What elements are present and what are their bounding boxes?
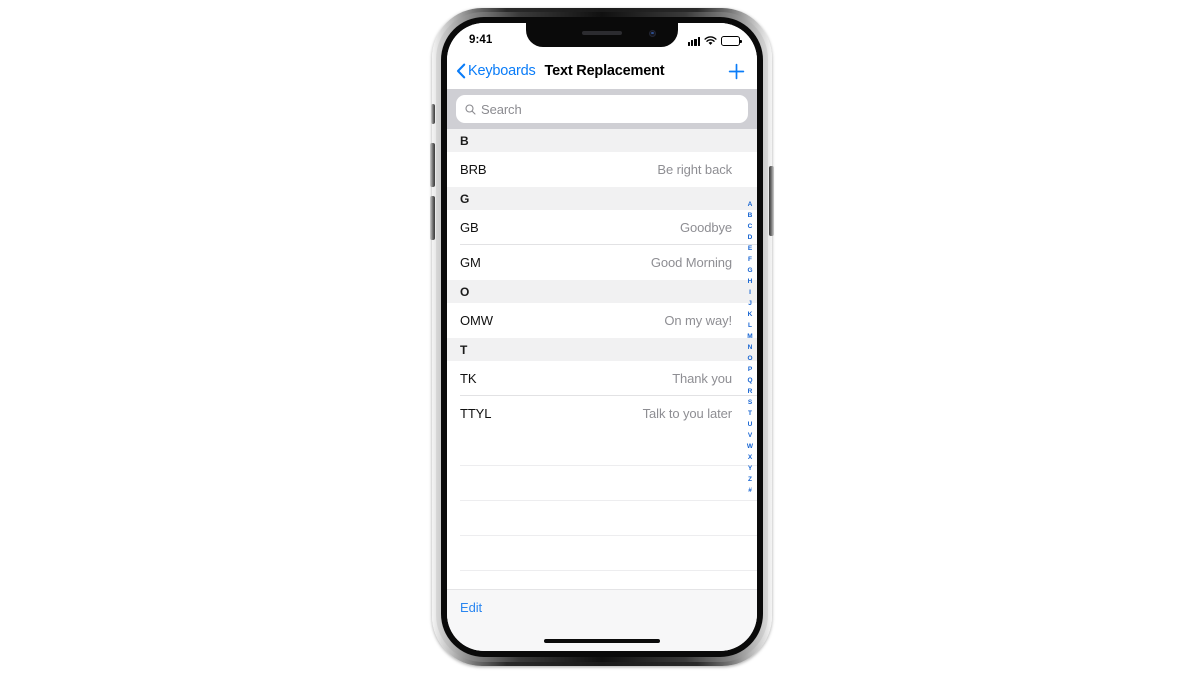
section-index-scrubber[interactable]: A B C D E F G H I J K L M N O P Q R S T U V W X Y Z # — [744, 199, 756, 496]
empty-row — [447, 536, 757, 571]
section-index-letter[interactable]: Y — [748, 463, 752, 474]
silent-switch[interactable] — [431, 104, 435, 124]
page-title: Text Replacement — [544, 63, 665, 79]
earpiece-speaker-icon — [582, 31, 622, 35]
section-index-letter[interactable]: K — [748, 309, 753, 320]
table-row[interactable]: TTYL Talk to you later — [447, 396, 757, 431]
navigation-bar: Keyboards Text Replacement — [447, 53, 757, 89]
section-index-letter[interactable]: E — [748, 243, 752, 254]
power-button[interactable] — [769, 166, 774, 236]
row-phrase: Talk to you later — [642, 406, 732, 421]
row-phrase: Good Morning — [650, 255, 732, 270]
row-phrase: On my way! — [664, 313, 732, 328]
row-shortcut: OMW — [460, 313, 493, 328]
section-index-letter[interactable]: F — [748, 254, 752, 265]
section-index-letter[interactable]: A — [748, 199, 753, 210]
section-index-letter[interactable]: Q — [747, 375, 752, 386]
search-input[interactable]: Search — [456, 95, 748, 123]
section-index-letter[interactable]: I — [749, 287, 751, 298]
volume-down-button[interactable] — [430, 196, 435, 240]
row-phrase: Be right back — [657, 162, 732, 177]
wifi-icon — [704, 36, 717, 46]
section-index-letter[interactable]: M — [747, 331, 752, 342]
table-row[interactable]: GB Goodbye — [447, 210, 757, 245]
row-shortcut: GM — [460, 255, 481, 270]
plus-icon — [728, 63, 745, 84]
section-index-letter[interactable]: P — [748, 364, 752, 375]
volume-up-button[interactable] — [430, 143, 435, 187]
table-row[interactable]: OMW On my way! — [447, 303, 757, 338]
row-shortcut: TK — [460, 371, 477, 386]
add-button[interactable] — [728, 63, 745, 80]
cellular-signal-icon — [687, 36, 700, 46]
home-indicator[interactable] — [544, 638, 660, 643]
section-index-letter[interactable]: W — [747, 441, 753, 452]
section-header: O — [447, 280, 757, 303]
front-camera-icon — [649, 30, 656, 37]
empty-row — [447, 431, 757, 466]
phone-screen: 9:41 Keyboards Text Replacement Search B… — [447, 23, 757, 651]
section-header: B — [447, 129, 757, 152]
table-row[interactable]: BRB Be right back — [447, 152, 757, 187]
section-index-letter[interactable]: L — [748, 320, 752, 331]
search-icon — [465, 103, 476, 115]
search-placeholder-text: Search — [481, 101, 522, 117]
empty-row — [447, 466, 757, 501]
notch — [526, 23, 678, 47]
row-shortcut: GB — [460, 220, 479, 235]
back-button-label: Keyboards — [468, 63, 536, 79]
section-index-letter[interactable]: T — [748, 408, 752, 419]
row-phrase: Thank you — [672, 371, 732, 386]
section-index-letter[interactable]: H — [748, 276, 753, 287]
section-index-letter[interactable]: # — [748, 485, 752, 496]
empty-row — [447, 501, 757, 536]
section-index-letter[interactable]: R — [748, 386, 753, 397]
text-replacement-list[interactable]: B BRB Be right back G GB Goodbye GM Good Mornin… — [447, 129, 757, 589]
edit-button[interactable]: Edit — [460, 600, 482, 615]
row-phrase: Goodbye — [679, 220, 732, 235]
screenshot-canvas: 9:41 Keyboards Text Replacement Search B… — [0, 0, 1200, 675]
section-index-letter[interactable]: D — [748, 232, 753, 243]
section-index-letter[interactable]: S — [748, 397, 752, 408]
table-row[interactable]: GM Good Morning — [447, 245, 757, 280]
section-index-letter[interactable]: G — [747, 265, 752, 276]
table-row[interactable]: TK Thank you — [447, 361, 757, 396]
section-index-letter[interactable]: C — [748, 221, 753, 232]
section-index-letter[interactable]: U — [748, 419, 753, 430]
section-index-letter[interactable]: Z — [748, 474, 752, 485]
section-index-letter[interactable]: V — [748, 430, 752, 441]
section-header: T — [447, 338, 757, 361]
section-index-letter[interactable]: B — [748, 210, 753, 221]
bottom-toolbar: Edit — [447, 589, 757, 651]
row-shortcut: TTYL — [460, 406, 492, 421]
section-index-letter[interactable]: X — [748, 452, 752, 463]
search-bar-container: Search — [447, 89, 757, 129]
section-index-letter[interactable]: J — [748, 298, 752, 309]
chevron-left-icon — [456, 63, 466, 79]
status-bar-time: 9:41 — [469, 34, 493, 47]
row-shortcut: BRB — [460, 162, 487, 177]
section-header: G — [447, 187, 757, 210]
section-index-letter[interactable]: O — [747, 353, 752, 364]
back-button[interactable]: Keyboards — [456, 63, 536, 79]
status-bar-indicators — [687, 36, 742, 46]
iphone-device: 9:41 Keyboards Text Replacement Search B… — [430, 8, 774, 666]
section-index-letter[interactable]: N — [748, 342, 753, 353]
battery-full-icon — [721, 36, 742, 46]
